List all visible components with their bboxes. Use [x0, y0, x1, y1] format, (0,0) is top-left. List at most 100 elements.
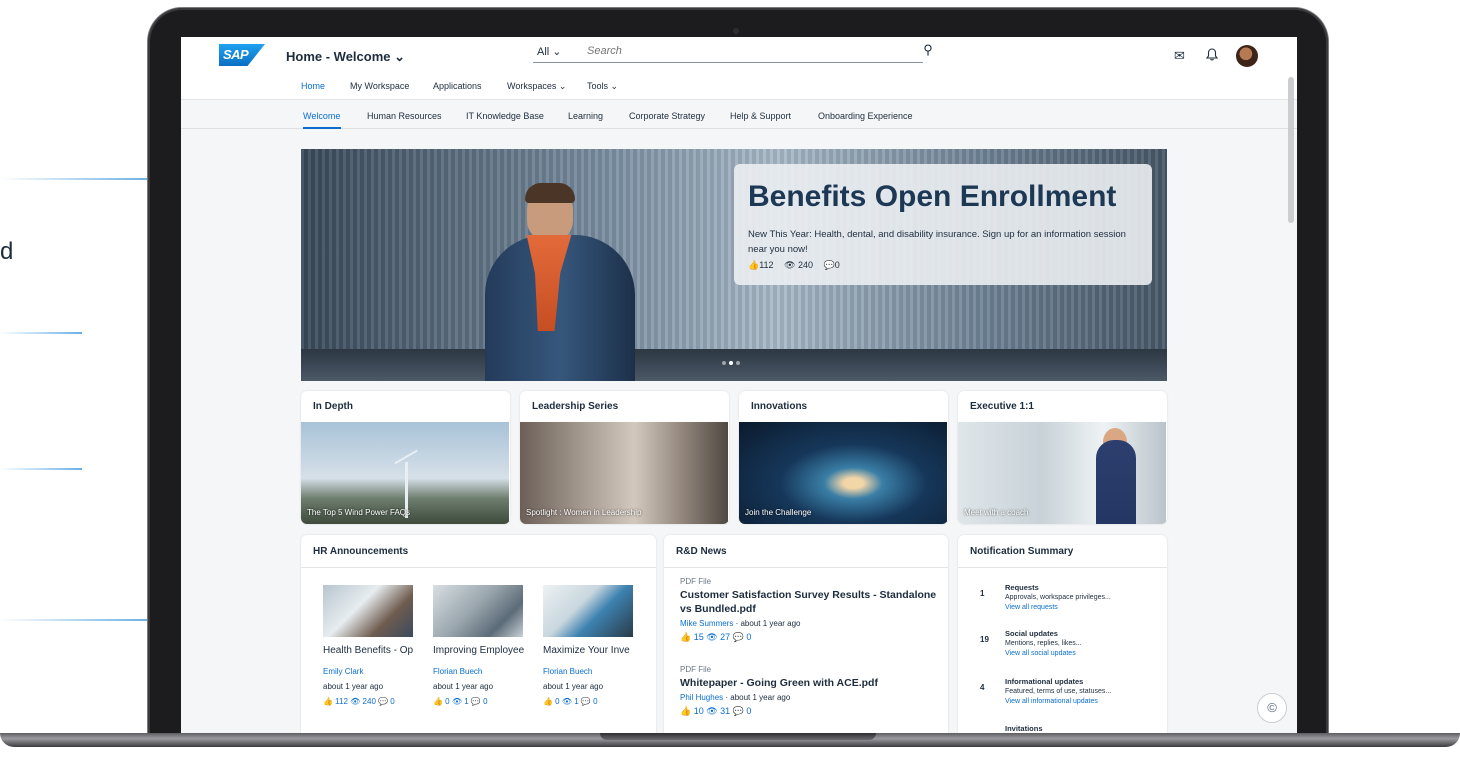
- carousel-dot[interactable]: [722, 361, 726, 365]
- primary-nav: Home My Workspace Applications Workspace…: [181, 77, 1297, 99]
- tile-image: The Top 5 Wind Power FAQs: [301, 422, 509, 524]
- like-count[interactable]: 👍112: [748, 260, 774, 270]
- doc-type-label: PDF File: [680, 665, 712, 674]
- tab-help-support[interactable]: Help & Support: [730, 111, 791, 121]
- section-header: R&D News: [664, 535, 948, 568]
- tile-image: Join the Challenge: [739, 422, 947, 524]
- section-header: Notification Summary: [958, 535, 1167, 568]
- scrollbar[interactable]: [1288, 77, 1294, 737]
- stage: d SAP Home - Welcome ⌄ All ⌄ ⚲ ✉ Home My…: [0, 0, 1460, 757]
- document-meta: Phil Hughes · about 1 year ago: [680, 693, 940, 702]
- hr-item-author[interactable]: Florian Buech: [543, 667, 592, 676]
- tile-title: Leadership Series: [532, 401, 619, 412]
- comment-count[interactable]: 💬0: [824, 260, 840, 270]
- tile-title: Innovations: [751, 401, 808, 412]
- side-text: d: [0, 238, 14, 265]
- active-tab-indicator: [303, 127, 341, 129]
- document-author[interactable]: Phil Hughes: [680, 693, 723, 702]
- hr-announcements-card: HR Announcements Health Benefits - Op Em…: [301, 535, 656, 737]
- tile-leadership-series[interactable]: Leadership Series Spotlight : Women in L…: [520, 391, 729, 524]
- tab-human-resources[interactable]: Human Resources: [367, 111, 442, 121]
- notification-description: Mentions, replies, likes...: [1005, 640, 1082, 647]
- document-item[interactable]: PDF File Whitepaper - Going Green with A…: [680, 665, 940, 717]
- search-input[interactable]: [587, 45, 907, 57]
- nav-item-tools[interactable]: Tools ⌄: [587, 81, 618, 92]
- nav-item-my-workspace[interactable]: My Workspace: [350, 81, 409, 91]
- nav-item-applications[interactable]: Applications: [433, 81, 482, 91]
- nav-item-home[interactable]: Home: [301, 81, 325, 91]
- hr-item-author[interactable]: Emily Clark: [323, 667, 363, 676]
- rd-news-card: R&D News PDF File Customer Satisfaction …: [664, 535, 948, 737]
- hr-item-time: about 1 year ago: [433, 682, 494, 691]
- notification-count: 1: [980, 589, 985, 598]
- hr-item[interactable]: [323, 585, 431, 637]
- bell-icon: [1205, 48, 1219, 61]
- user-avatar[interactable]: [1236, 45, 1258, 67]
- shell-bar: SAP Home - Welcome ⌄ All ⌄ ⚲ ✉: [181, 37, 1297, 77]
- camera-icon: [733, 28, 739, 34]
- document-author[interactable]: Mike Summers: [680, 619, 733, 628]
- search-scope-select[interactable]: All ⌄: [537, 45, 562, 58]
- notification-summary-card: Notification Summary 1 Requests Approval…: [958, 535, 1167, 737]
- notification-link[interactable]: View all informational updates: [1005, 698, 1098, 705]
- notification-title: Requests: [1005, 583, 1039, 592]
- document-item[interactable]: PDF File Customer Satisfaction Survey Re…: [680, 577, 940, 643]
- section-title[interactable]: R&D News: [676, 546, 727, 557]
- notification-count: 19: [980, 635, 989, 644]
- document-title[interactable]: Whitepaper - Going Green with ACE.pdf: [680, 676, 940, 690]
- hr-item-image: [543, 585, 633, 637]
- notification-bell-icon[interactable]: [1205, 48, 1219, 64]
- document-meta: Mike Summers · about 1 year ago: [680, 619, 940, 628]
- hr-item-title[interactable]: Improving Employee: [433, 645, 533, 656]
- page-tabs: Welcome Human Resources IT Knowledge Bas…: [181, 99, 1297, 129]
- inbox-icon[interactable]: ✉: [1174, 48, 1185, 64]
- carousel-dots: [722, 352, 743, 370]
- sap-logo[interactable]: SAP: [219, 44, 265, 66]
- scrollbar-thumb[interactable]: [1288, 77, 1294, 223]
- tab-onboarding-experience[interactable]: Onboarding Experience: [818, 111, 913, 121]
- tile-executive-1-1[interactable]: Executive 1:1 Meet with a coach: [958, 391, 1167, 524]
- laptop-notch: [600, 733, 876, 740]
- hr-item-stats: 👍 0 👁 1 💬 0: [433, 697, 488, 706]
- tile-in-depth[interactable]: In Depth The Top 5 Wind Power FAQs: [301, 391, 510, 524]
- tab-it-knowledge-base[interactable]: IT Knowledge Base: [466, 111, 544, 121]
- hr-item-title[interactable]: Maximize Your Inve: [543, 645, 643, 656]
- tile-innovations[interactable]: Innovations Join the Challenge: [739, 391, 948, 524]
- search-field: All ⌄: [533, 43, 923, 63]
- document-title[interactable]: Customer Satisfaction Survey Results - S…: [680, 588, 940, 616]
- carousel-dot-active[interactable]: [729, 361, 733, 365]
- nav-item-workspaces[interactable]: Workspaces ⌄: [507, 81, 566, 92]
- pdf-file-icon: PDF File: [680, 577, 940, 586]
- hr-item-time: about 1 year ago: [323, 682, 384, 691]
- notification-title: Invitations: [1005, 724, 1043, 733]
- search-icon[interactable]: ⚲: [917, 42, 939, 62]
- hr-item-title[interactable]: Health Benefits - Op: [323, 645, 423, 656]
- hr-item[interactable]: [433, 585, 541, 637]
- tile-title: In Depth: [313, 401, 353, 412]
- notification-count: 4: [980, 683, 985, 692]
- hero-title[interactable]: Benefits Open Enrollment: [748, 180, 1116, 214]
- copilot-icon[interactable]: ©: [1257, 693, 1287, 723]
- hr-item-author[interactable]: Florian Buech: [433, 667, 482, 676]
- notification-link[interactable]: View all requests: [1005, 604, 1058, 611]
- hero-banner[interactable]: Benefits Open Enrollment New This Year: …: [301, 149, 1167, 381]
- tile-caption: Join the Challenge: [745, 508, 812, 517]
- tab-welcome[interactable]: Welcome: [303, 111, 340, 121]
- section-title[interactable]: HR Announcements: [313, 546, 408, 557]
- hero-person-hair: [525, 183, 575, 203]
- hr-item-image: [323, 585, 413, 637]
- section-header: HR Announcements: [301, 535, 656, 568]
- tile-caption: The Top 5 Wind Power FAQs: [307, 508, 411, 517]
- tab-corporate-strategy[interactable]: Corporate Strategy: [629, 111, 705, 121]
- notification-link[interactable]: View all social updates: [1005, 650, 1076, 657]
- carousel-dot[interactable]: [736, 361, 740, 365]
- app-title-menu[interactable]: Home - Welcome ⌄: [286, 49, 405, 65]
- notification-description: Approvals, workspace privileges...: [1005, 594, 1111, 601]
- document-stats: 👍 15 👁 27 💬 0: [680, 632, 752, 642]
- tab-learning[interactable]: Learning: [568, 111, 603, 121]
- view-count: 👁 240: [784, 260, 814, 270]
- section-title[interactable]: Notification Summary: [970, 546, 1073, 557]
- hr-item[interactable]: [543, 585, 651, 637]
- notification-description: Featured, terms of use, statuses...: [1005, 688, 1112, 695]
- document-time: · about 1 year ago: [733, 619, 801, 628]
